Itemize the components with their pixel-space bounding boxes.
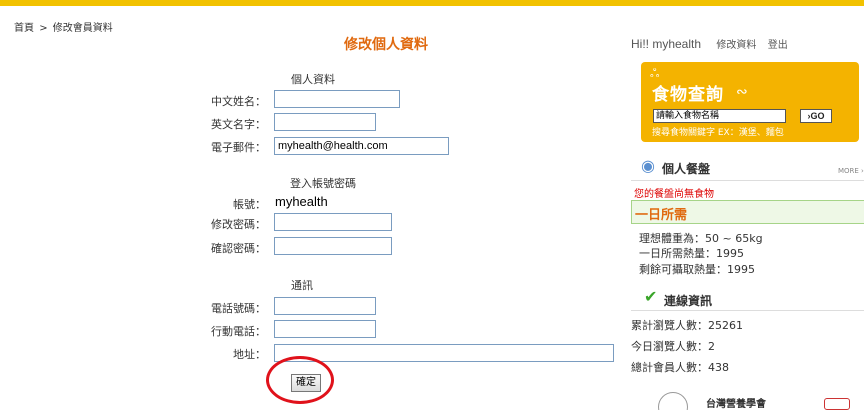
english-name-label: 英文名字： — [211, 118, 266, 131]
online-divider — [631, 310, 864, 311]
food-wave-icon: ∾ — [736, 84, 748, 100]
page-title: 修改個人資料 — [344, 37, 428, 53]
total-members-text: 總計會員人數：438 — [631, 361, 729, 374]
chinese-name-field[interactable] — [274, 90, 400, 108]
breadcrumb-current: 修改會員資料 — [52, 23, 113, 34]
breadcrumb: 首頁 > 修改會員資料 — [14, 19, 113, 34]
user-greeting: Hi!! myhealth 修改資料 登出 — [631, 36, 788, 51]
account-label: 帳號： — [233, 198, 266, 211]
corner-badge-icon — [824, 398, 850, 410]
nutrition-society-logo[interactable] — [658, 392, 688, 410]
plate-icon: ◉ — [641, 156, 655, 175]
address-label: 地址： — [233, 348, 266, 361]
meal-more-link[interactable]: MORE › — [838, 167, 864, 175]
meal-empty-notice: 您的餐盤尚無食物 — [634, 189, 714, 200]
logout-link[interactable]: 登出 — [768, 40, 788, 51]
today-visitors-text: 今日瀏覽人數：2 — [631, 340, 715, 353]
email-label: 電子郵件： — [211, 141, 266, 154]
confirm-password-field[interactable] — [274, 237, 392, 255]
email-field[interactable] — [274, 137, 449, 155]
total-visitors-text: 累計瀏覽人數：25261 — [631, 319, 743, 332]
mobile-label: 行動電話： — [211, 325, 266, 338]
breadcrumb-separator: > — [39, 23, 48, 34]
edit-profile-link[interactable]: 修改資料 — [716, 40, 756, 51]
daily-needs-title: 一日所需 — [635, 208, 688, 223]
address-field[interactable] — [274, 344, 614, 362]
confirm-password-label: 確認密碼： — [211, 242, 266, 255]
food-search-title: 食物查詢 — [652, 85, 724, 105]
meal-section-title: 個人餐盤 — [662, 162, 711, 176]
food-search-hint: 搜尋食物關鍵字 EX：漢堡、麵包 — [652, 128, 784, 138]
change-password-label: 修改密碼： — [211, 218, 266, 231]
account-value: myhealth — [275, 194, 328, 209]
change-password-field[interactable] — [274, 213, 392, 231]
meal-divider — [631, 180, 864, 181]
food-search-go-button[interactable]: ›GO — [800, 109, 832, 123]
top-border — [0, 0, 864, 6]
daily-calories-text: 一日所需熱量：1995 — [639, 247, 744, 260]
chinese-name-label: 中文姓名： — [211, 95, 266, 108]
login-section-title: 登入帳號密碼 — [290, 177, 356, 190]
food-search-input[interactable]: 請輸入食物名稱 — [653, 109, 786, 123]
remaining-calories-text: 剩餘可攝取熱量：1995 — [639, 263, 755, 276]
online-info-title: 連線資訊 — [664, 294, 713, 308]
highlight-circle — [266, 356, 334, 404]
ideal-weight-text: 理想體重為：50 ~ 65kg — [639, 232, 763, 245]
nutrition-society-name[interactable]: 台灣營養學會 — [706, 395, 766, 410]
phone-field[interactable] — [274, 297, 376, 315]
online-info-icon: ✔ — [644, 287, 658, 306]
personal-section-title: 個人資料 — [291, 73, 335, 86]
mobile-field[interactable] — [274, 320, 376, 338]
breadcrumb-home-link[interactable]: 首頁 — [14, 23, 34, 34]
english-name-field[interactable] — [274, 113, 376, 131]
contact-section-title: 通訊 — [291, 279, 313, 292]
greeting-text: Hi!! myhealth — [631, 37, 702, 51]
phone-label: 電話號碼： — [211, 302, 266, 315]
